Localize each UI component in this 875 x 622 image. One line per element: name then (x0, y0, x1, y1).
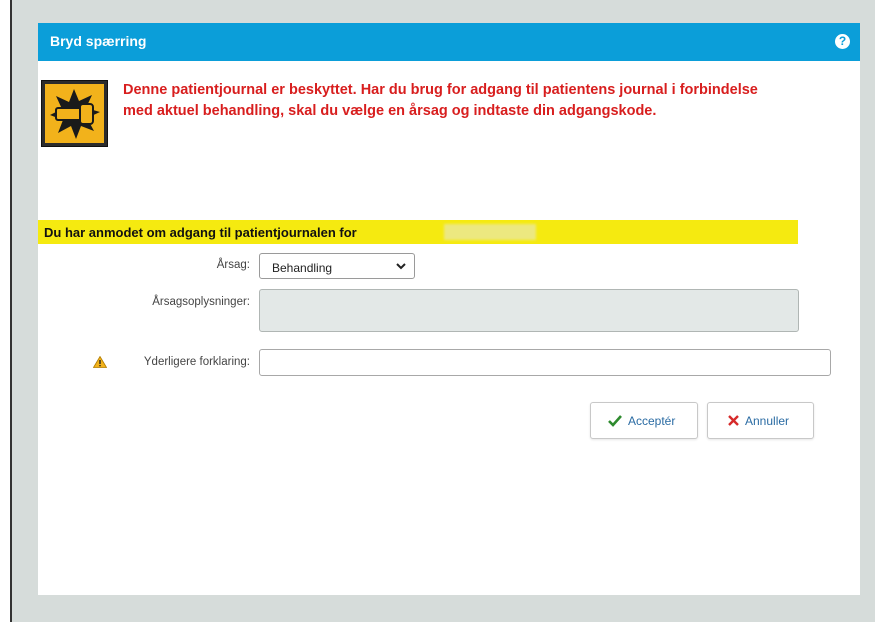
dialog-title: Bryd spærring (50, 33, 147, 49)
accept-button[interactable]: Acceptér (590, 402, 698, 439)
protected-journal-icon (41, 80, 108, 147)
dialog-titlebar: Bryd spærring ? (38, 23, 860, 61)
reason-select[interactable]: Behandling (259, 253, 415, 279)
reason-details-label: Årsagsoplysninger: (152, 296, 250, 308)
protection-warning-message: Denne patientjournal er beskyttet. Har d… (123, 82, 758, 119)
checkmark-icon (608, 415, 622, 427)
close-x-icon (728, 415, 739, 426)
window-edge (10, 0, 12, 622)
help-icon[interactable]: ? (835, 34, 850, 49)
access-request-text: Du har anmodet om adgang til patientjour… (44, 225, 357, 240)
cancel-button[interactable]: Annuller (707, 402, 814, 439)
accept-button-label: Acceptér (628, 414, 676, 428)
redacted-patient-name (444, 224, 536, 240)
reason-label: Årsag: (216, 259, 250, 271)
reason-select-value: Behandling (272, 261, 333, 275)
chevron-down-icon (396, 263, 406, 270)
reason-details-field (259, 289, 799, 332)
extra-explanation-label: Yderligere forklaring: (143, 356, 250, 368)
access-request-banner: Du har anmodet om adgang til patientjour… (38, 220, 798, 244)
cancel-button-label: Annuller (745, 414, 790, 428)
extra-explanation-input[interactable] (259, 349, 831, 376)
